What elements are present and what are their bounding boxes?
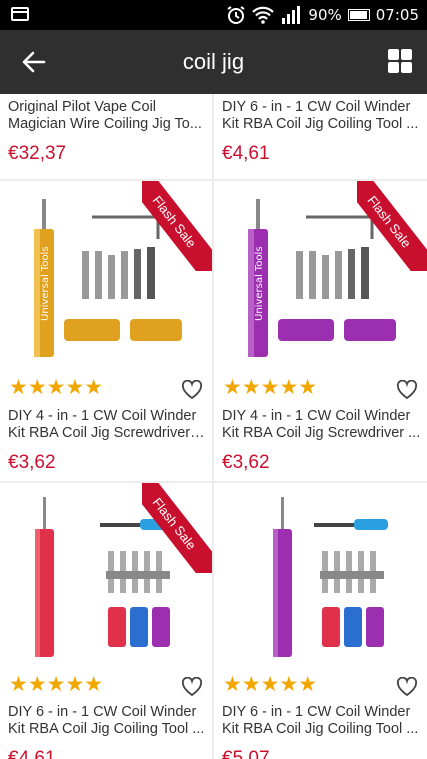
flash-sale-badge: Flash Sale	[142, 181, 212, 271]
signal-icon	[282, 6, 301, 24]
app-bar: coil jig	[0, 30, 427, 94]
wifi-icon	[252, 6, 275, 24]
product-price: €4,61	[8, 748, 56, 759]
product-price: €4,61	[222, 143, 270, 164]
product-price: €32,37	[8, 143, 67, 164]
product-price: €5,07	[222, 748, 270, 759]
tool-brand-text: Universal Tools	[254, 246, 265, 321]
product-price: €3,62	[222, 452, 270, 473]
product-image	[214, 483, 427, 663]
notification-icon	[11, 7, 29, 21]
product-name: DIY 6 - in - 1 CW Coil Winder Kit RBA Coi…	[222, 704, 419, 737]
rating-stars: ★★★★★	[9, 375, 104, 399]
product-grid: Original Pilot Vape Coil Magician Wire Co…	[0, 94, 427, 759]
product-card[interactable]: DIY 6 - in - 1 CW Coil Winder Kit RBA Coi…	[214, 94, 427, 179]
product-price: €3,62	[8, 452, 56, 473]
product-card[interactable]: Original Pilot Vape Coil Magician Wire Co…	[0, 94, 212, 179]
battery-percent: 90%	[308, 6, 342, 24]
product-card[interactable]: Universal Tools Flash Sale ★★★★★ DIY 4 -…	[214, 181, 427, 481]
product-name: DIY 4 - in - 1 CW Coil Winder Kit RBA Coi…	[8, 408, 206, 441]
page-title: coil jig	[182, 49, 245, 74]
grid-view-icon[interactable]	[388, 49, 412, 73]
product-name: DIY 6 - in - 1 CW Coil Winder Kit RBA Coi…	[222, 99, 419, 132]
product-name: DIY 4 - in - 1 CW Coil Winder Kit RBA Coi…	[222, 408, 421, 441]
rating-stars: ★★★★★	[223, 672, 318, 696]
battery-icon	[347, 9, 370, 21]
clock: 07:05	[375, 6, 419, 24]
status-icons: 90% 07:05	[226, 5, 419, 25]
rating-stars: ★★★★★	[223, 375, 318, 399]
product-card[interactable]: Universal Tools Flash Sale ★★★★★ DIY 4 -…	[0, 181, 212, 481]
status-bar: 90% 07:05	[0, 0, 427, 30]
product-name: Original Pilot Vape Coil Magician Wire Co…	[8, 99, 202, 132]
flash-sale-badge: Flash Sale	[357, 181, 427, 271]
heart-icon[interactable]	[181, 677, 203, 697]
product-card[interactable]: ★★★★★ DIY 6 - in - 1 CW Coil Winder Kit R…	[214, 483, 427, 759]
heart-icon[interactable]	[181, 380, 203, 400]
rating-stars: ★★★★★	[9, 672, 104, 696]
alarm-icon	[227, 6, 245, 24]
heart-icon[interactable]	[396, 380, 418, 400]
product-name: DIY 6 - in - 1 CW Coil Winder Kit RBA Coi…	[8, 704, 205, 737]
heart-icon[interactable]	[396, 677, 418, 697]
tool-brand-text: Universal Tools	[40, 246, 51, 321]
flash-sale-badge: Flash Sale	[142, 483, 212, 573]
product-card[interactable]: Flash Sale ★★★★★ DIY 6 - in - 1 CW Coil …	[0, 483, 212, 759]
coil-jig-violet-image	[273, 497, 388, 657]
